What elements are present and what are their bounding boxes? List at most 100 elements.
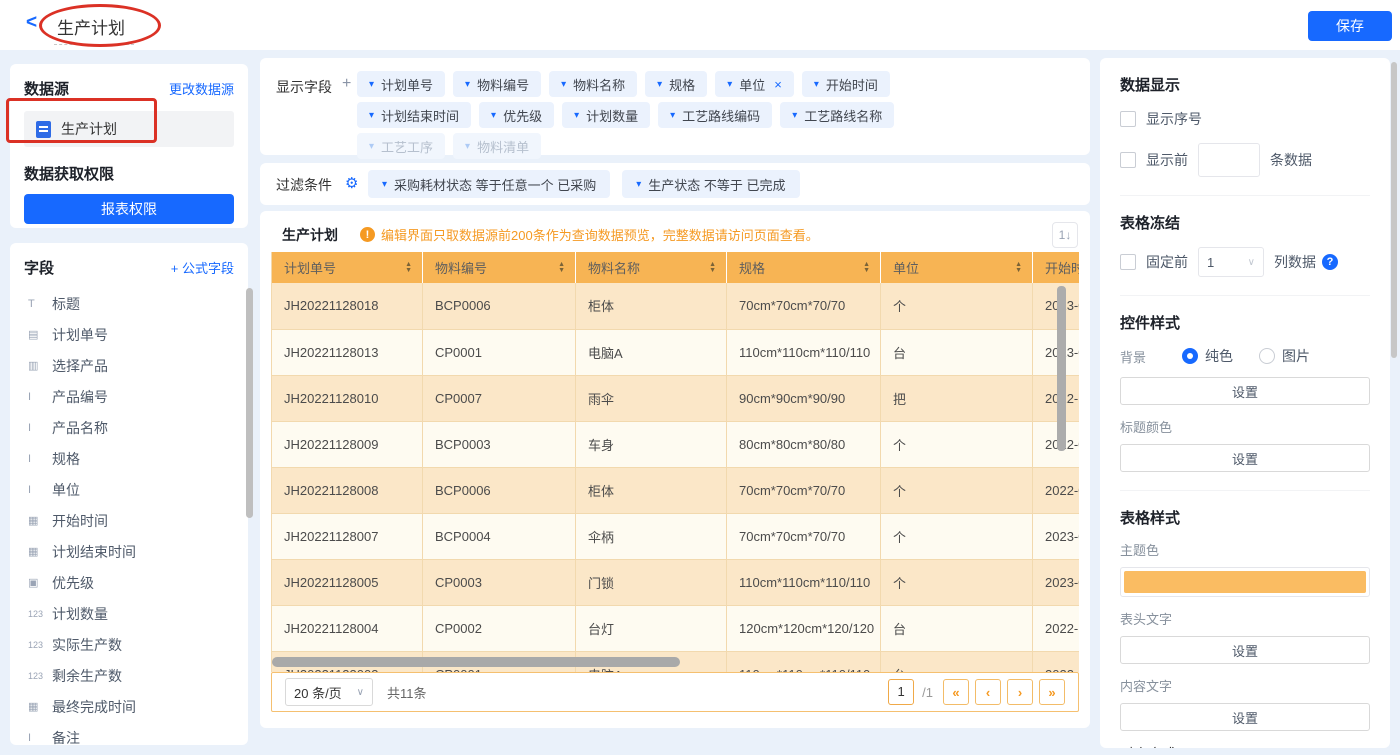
sort-icon[interactable]: ▲▼ xyxy=(558,262,565,274)
back-icon[interactable]: < xyxy=(26,12,37,34)
chevron-down-icon[interactable]: ▾ xyxy=(382,179,387,190)
column-header[interactable]: 物料名称 ▲▼ xyxy=(576,252,727,283)
field-item[interactable]: ▦ 计划结束时间 xyxy=(24,536,234,567)
save-button[interactable]: 保存 xyxy=(1308,11,1392,41)
chevron-down-icon[interactable]: ▾ xyxy=(670,110,675,121)
page-title[interactable]: 生产计划 xyxy=(57,14,125,39)
display-field-chip[interactable]: ▾ 优先级 xyxy=(479,102,554,128)
display-field-chip[interactable]: ▾ 规格 xyxy=(645,71,707,97)
field-item[interactable]: I 单位 xyxy=(24,474,234,505)
image-radio[interactable] xyxy=(1259,348,1275,364)
notice: ! 编辑界面只取数据源前200条作为查询数据预览，完整数据请访问页面查看。 xyxy=(360,225,819,244)
filter-chip[interactable]: ▾ 采购耗材状态 等于任意一个 已采购 xyxy=(368,170,610,198)
field-item-label: 开始时间 xyxy=(52,511,108,531)
fields-scrollbar[interactable] xyxy=(246,288,253,518)
table-vertical-scrollbar[interactable] xyxy=(1057,286,1066,451)
background-set-button[interactable]: 设置 xyxy=(1120,377,1370,405)
sort-icon[interactable]: ▲▼ xyxy=(1015,262,1022,274)
show-first-checkbox[interactable] xyxy=(1120,152,1136,168)
display-field-chip[interactable]: ▾ 物料编号 xyxy=(453,71,541,97)
datasource-item[interactable]: 生产计划 xyxy=(24,111,234,147)
sort-icon[interactable]: ▲▼ xyxy=(863,262,870,274)
cell-spec: 90cm*90cm*90/90 xyxy=(727,375,881,421)
chevron-down-icon[interactable]: ▾ xyxy=(727,79,732,90)
title-color-set-button[interactable]: 设置 xyxy=(1120,444,1370,472)
display-field-chip[interactable]: ▾ 工艺路线编码 xyxy=(658,102,772,128)
display-field-chip[interactable]: ▾ 工艺路线名称 xyxy=(780,102,894,128)
display-field-chip[interactable]: ▾ 开始时间 xyxy=(802,71,890,97)
display-field-chip[interactable]: ▾ 计划结束时间 xyxy=(357,102,471,128)
chevron-down-icon[interactable]: ▾ xyxy=(561,79,566,90)
chevron-down-icon[interactable]: ▾ xyxy=(657,79,662,90)
display-field-chip[interactable]: ▾ 物料名称 xyxy=(549,71,637,97)
field-item[interactable]: ▦ 最终完成时间 xyxy=(24,691,234,722)
header-text-set-button[interactable]: 设置 xyxy=(1120,636,1370,664)
filter-chip[interactable]: ▾ 生产状态 不等于 已完成 xyxy=(622,170,799,198)
chevron-down-icon[interactable]: ▾ xyxy=(369,79,374,90)
gear-icon[interactable]: ⚙ xyxy=(345,174,358,192)
add-display-field-button[interactable]: + xyxy=(342,75,351,93)
column-header[interactable]: 单位 ▲▼ xyxy=(881,252,1033,283)
help-icon[interactable]: ? xyxy=(1322,254,1338,270)
show-index-checkbox[interactable] xyxy=(1120,111,1136,127)
cell-material-name: 柜体 xyxy=(576,283,727,329)
field-item[interactable]: ▦ 开始时间 xyxy=(24,505,234,536)
chevron-down-icon[interactable]: ▾ xyxy=(574,110,579,121)
display-field-chip[interactable]: ▾ 计划单号 xyxy=(357,71,445,97)
page-input[interactable]: 1 xyxy=(888,679,914,705)
report-permission-button[interactable]: 报表权限 xyxy=(24,194,234,224)
field-item[interactable]: I 产品编号 xyxy=(24,381,234,412)
column-header[interactable]: 物料编号 ▲▼ xyxy=(423,252,576,283)
prev-page-button[interactable]: ‹ xyxy=(975,679,1001,705)
fix-columns-select[interactable]: 1 ∨ xyxy=(1198,247,1264,277)
row-limit-input[interactable] xyxy=(1198,143,1260,177)
field-item[interactable]: 123 实际生产数 xyxy=(24,629,234,660)
cell-material-name: 雨伞 xyxy=(576,375,727,421)
chevron-down-icon[interactable]: ▾ xyxy=(369,141,374,152)
change-datasource-link[interactable]: 更改数据源 xyxy=(169,79,234,98)
field-item[interactable]: ▥ 选择产品 xyxy=(24,350,234,381)
last-page-button[interactable]: » xyxy=(1039,679,1065,705)
chevron-down-icon[interactable]: ▾ xyxy=(792,110,797,121)
field-item[interactable]: ▤ 计划单号 xyxy=(24,319,234,350)
next-page-button[interactable]: › xyxy=(1007,679,1033,705)
sort-order-button[interactable]: 1↓ xyxy=(1052,222,1078,248)
page-size-select[interactable]: 20 条/页 ∨ xyxy=(285,678,373,706)
chevron-down-icon[interactable]: ▾ xyxy=(369,110,374,121)
column-header[interactable]: 开始时间 ▲▼ xyxy=(1033,252,1080,283)
first-page-button[interactable]: « xyxy=(943,679,969,705)
chip-label: 优先级 xyxy=(503,106,542,125)
cell-plan-no: JH20221128009 xyxy=(272,421,423,467)
column-header[interactable]: 规格 ▲▼ xyxy=(727,252,881,283)
field-item[interactable]: I 规格 xyxy=(24,443,234,474)
close-icon[interactable]: × xyxy=(774,77,782,92)
panel-scrollbar[interactable] xyxy=(1391,62,1397,358)
chevron-down-icon[interactable]: ▾ xyxy=(465,79,470,90)
content-text-set-button[interactable]: 设置 xyxy=(1120,703,1370,731)
field-item[interactable]: 123 计划数量 xyxy=(24,598,234,629)
column-header[interactable]: 计划单号 ▲▼ xyxy=(272,252,423,283)
theme-color-swatch[interactable] xyxy=(1120,567,1370,597)
sort-icon[interactable]: ▲▼ xyxy=(709,262,716,274)
chevron-down-icon[interactable]: ▾ xyxy=(814,79,819,90)
display-field-chip[interactable]: ▾ 单位 × xyxy=(715,71,794,97)
chevron-down-icon[interactable]: ▾ xyxy=(636,179,641,190)
solid-color-radio[interactable] xyxy=(1182,348,1198,364)
display-field-chip[interactable]: ▾ 物料清单 xyxy=(453,133,541,159)
display-field-chip[interactable]: ▾ 工艺工序 xyxy=(357,133,445,159)
chevron-down-icon[interactable]: ▾ xyxy=(465,141,470,152)
add-formula-field-link[interactable]: + 公式字段 xyxy=(171,258,234,277)
horizontal-scrollbar[interactable] xyxy=(272,657,680,667)
fix-columns-checkbox[interactable] xyxy=(1120,254,1136,270)
field-item[interactable]: I 产品名称 xyxy=(24,412,234,443)
field-item[interactable]: ▣ 优先级 xyxy=(24,567,234,598)
field-item[interactable]: T 标题 xyxy=(24,288,234,319)
sort-icon[interactable]: ▲▼ xyxy=(405,262,412,274)
display-field-chip[interactable]: ▾ 计划数量 xyxy=(562,102,650,128)
field-item[interactable]: 123 剩余生产数 xyxy=(24,660,234,691)
document-icon xyxy=(36,121,51,138)
chevron-down-icon[interactable]: ▾ xyxy=(491,110,496,121)
header-text-label: 表头文字 xyxy=(1120,609,1370,628)
field-item[interactable]: I 备注 xyxy=(24,722,234,745)
fields-card: 字段 + 公式字段 T 标题 ▤ 计划单号 ▥ 选择产品 I 产品编号 I 产品… xyxy=(10,243,248,745)
